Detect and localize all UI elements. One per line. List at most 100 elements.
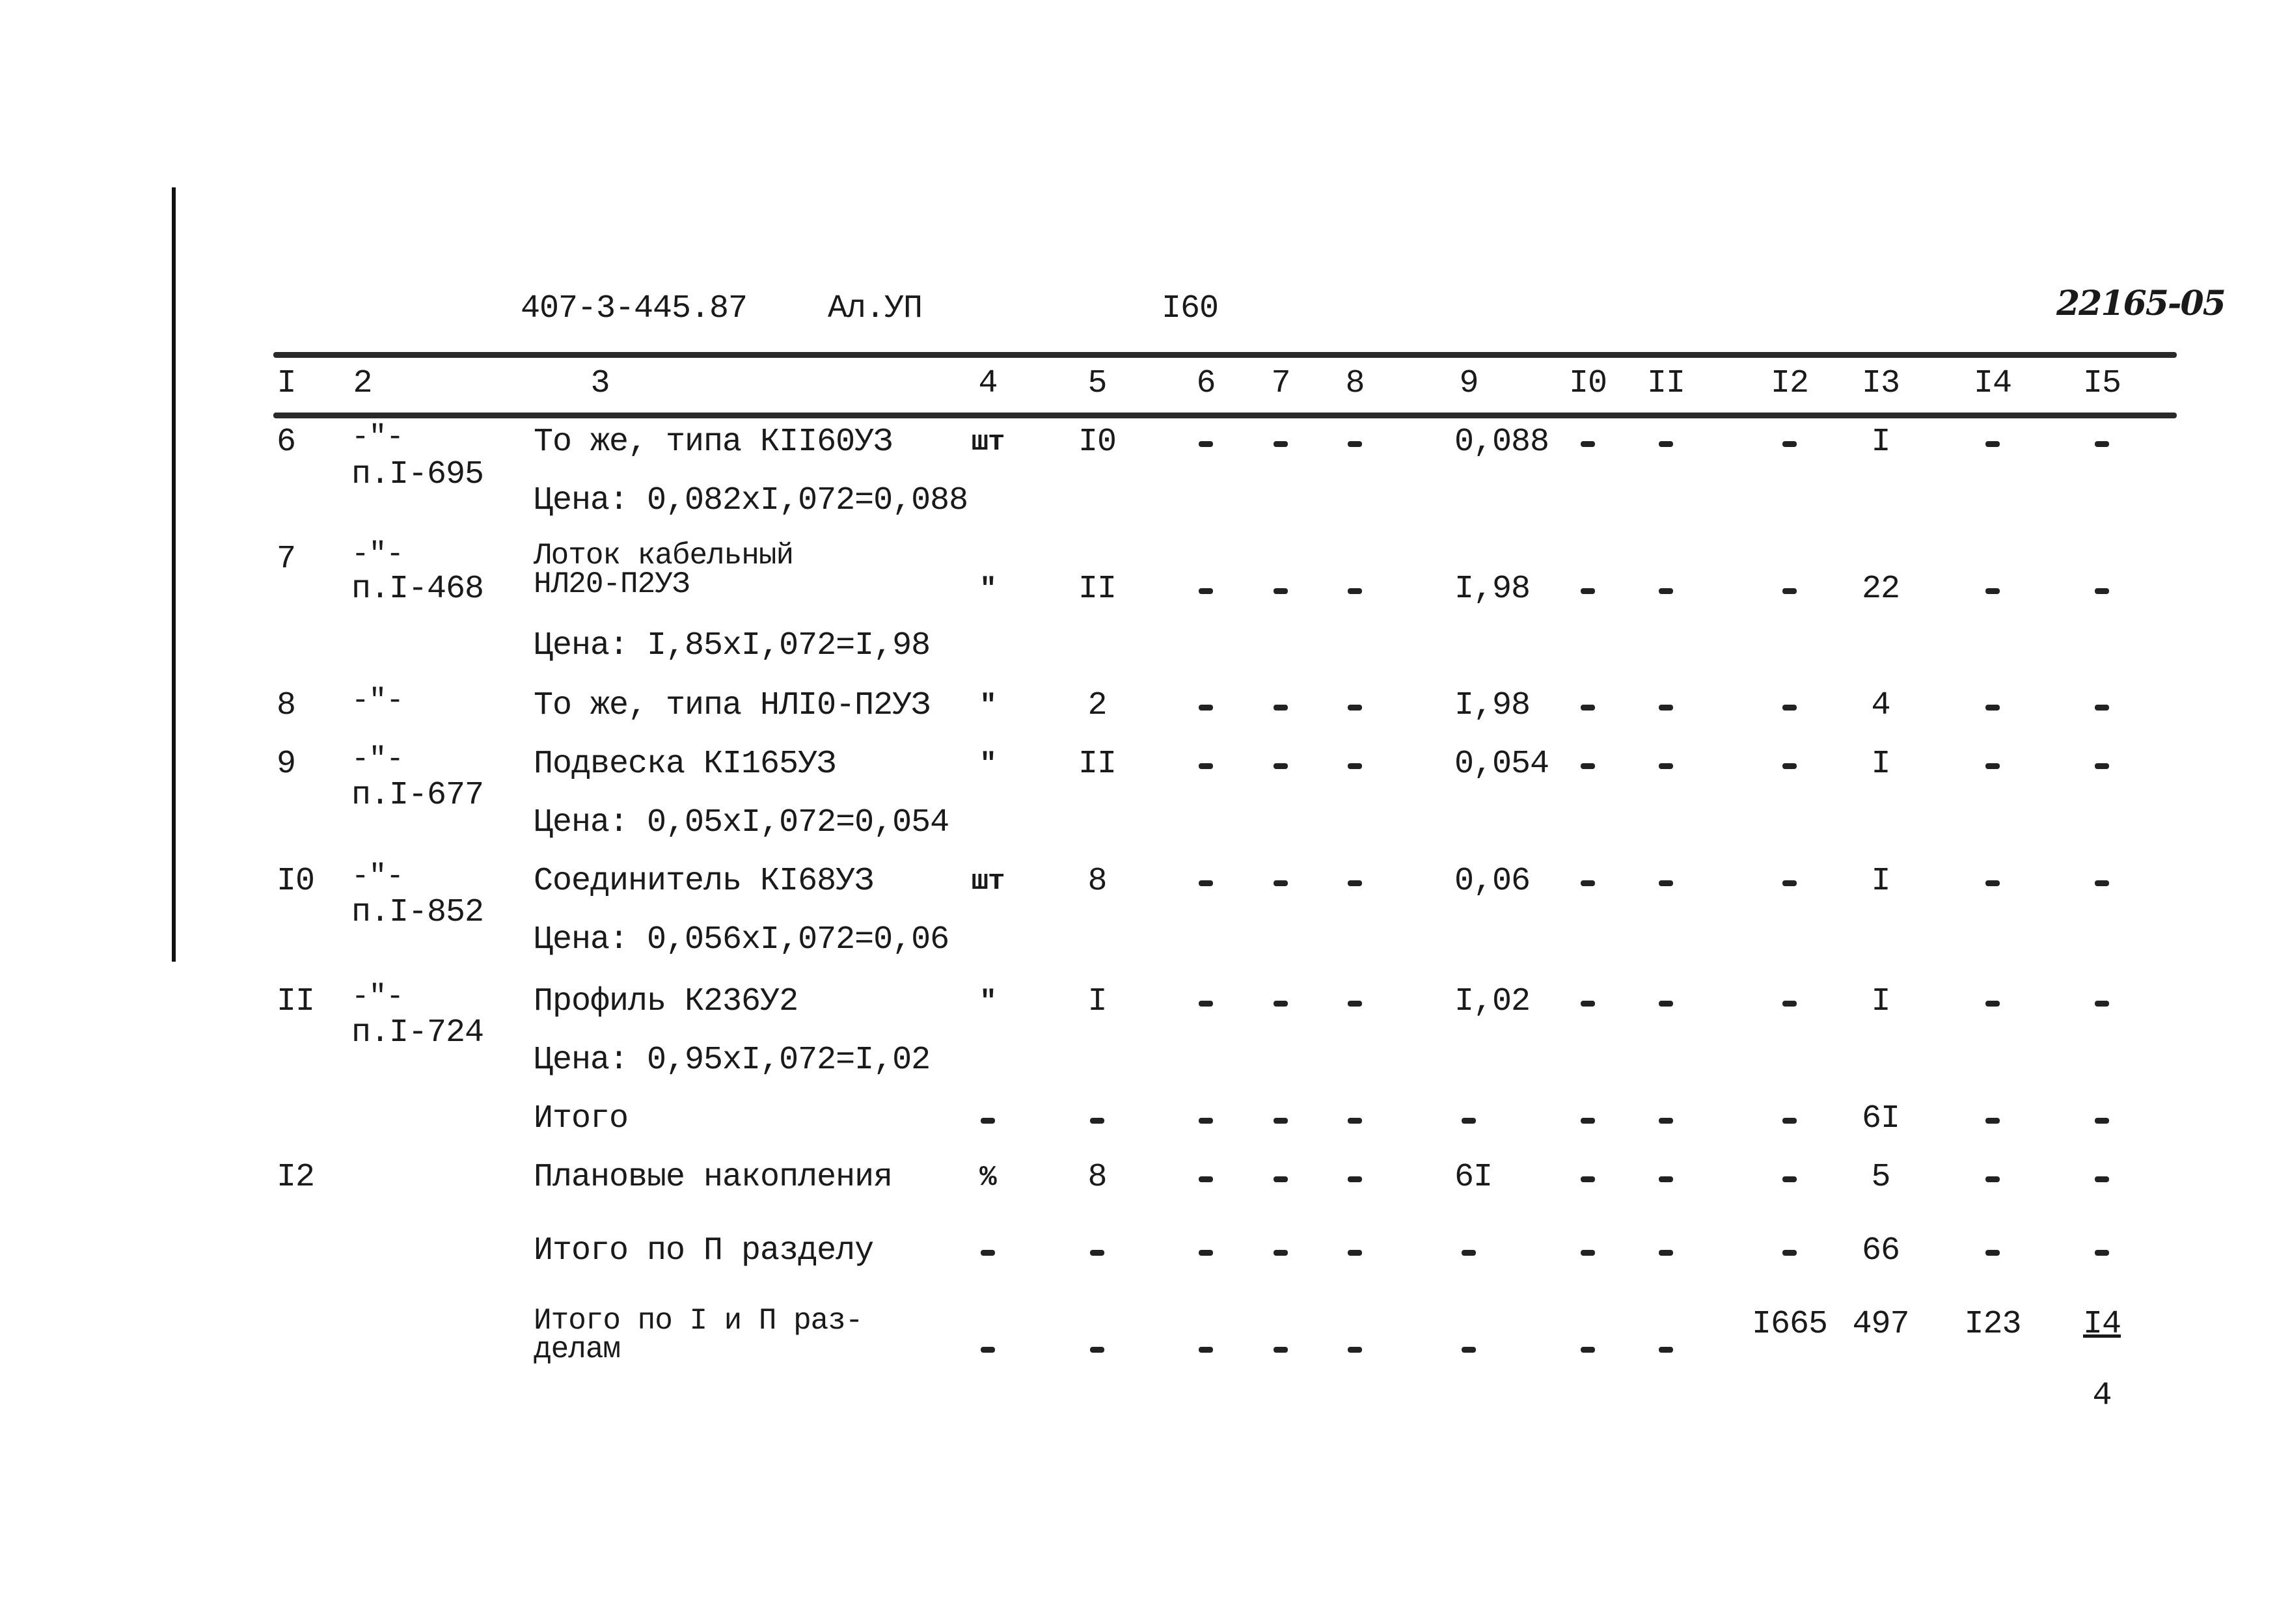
- total-section-2-label: Итого по П разделу: [534, 1232, 874, 1269]
- col12-cell-dash: [1782, 588, 1797, 594]
- grand-total-label: Итого по I и П раз-: [534, 1304, 863, 1338]
- column-number: 5: [1087, 365, 1107, 402]
- column-number: I2: [1770, 365, 1809, 402]
- reference-ditto: -"-: [351, 859, 404, 893]
- col7-cell-dash: [1274, 1118, 1288, 1124]
- quantity-cell: 8: [1087, 863, 1107, 900]
- item-name: То же, типа НЛI0-П2УЗ: [534, 687, 931, 724]
- column-number: 9: [1459, 365, 1479, 402]
- c9-cell-dash: [1462, 1347, 1476, 1353]
- col15-cell-dash: [2095, 705, 2109, 710]
- c6-cell-dash: [1199, 1347, 1213, 1353]
- quantity-cell-dash: [1090, 1118, 1104, 1124]
- col8-cell-dash: [1348, 588, 1362, 594]
- item-number: I2: [277, 1159, 315, 1196]
- unit-cell: шт: [971, 426, 1005, 459]
- price-cell: 0,06: [1454, 863, 1531, 900]
- column-number: 3: [590, 365, 610, 402]
- col10-cell-dash: [1581, 1176, 1595, 1182]
- col7-cell-dash: [1274, 1250, 1288, 1256]
- col8-cell-dash: [1348, 1176, 1362, 1182]
- col7-cell-dash: [1274, 880, 1288, 886]
- col13-cell: I: [1871, 863, 1890, 900]
- col13-cell: 5: [1871, 1159, 1890, 1196]
- col12-cell: I665: [1751, 1306, 1828, 1343]
- col12-cell-dash: [1782, 1001, 1797, 1007]
- col8-cell-dash: [1348, 705, 1362, 710]
- col15-cell-dash: [2095, 1118, 2109, 1124]
- price-note: Цена: 0,95хI,072=I,02: [534, 1042, 931, 1079]
- price-cell: I,98: [1454, 571, 1531, 608]
- item-number: 7: [277, 541, 296, 578]
- binding-margin-line: [172, 187, 176, 962]
- col11-cell-dash: [1659, 588, 1673, 594]
- col6-cell-dash: [1199, 705, 1213, 710]
- document-code: 407-3-445.87: [521, 290, 748, 327]
- col6-cell-dash: [1199, 880, 1213, 886]
- price-cell: I,98: [1454, 687, 1531, 724]
- col14-cell-dash: [1985, 1118, 2000, 1124]
- quantity-cell-dash: [1090, 1250, 1104, 1256]
- page-number: I60: [1162, 290, 1219, 327]
- column-number: 8: [1345, 365, 1365, 402]
- unit-cell: ": [979, 748, 996, 781]
- item-number: II: [277, 983, 315, 1020]
- col6-cell-dash: [1199, 588, 1213, 594]
- col6-cell-dash: [1199, 1250, 1213, 1256]
- col10-cell-dash: [1581, 880, 1595, 886]
- col8-cell-dash: [1348, 763, 1362, 769]
- reference-clause: п.I-724: [351, 1014, 484, 1051]
- col10-cell-dash: [1581, 1250, 1595, 1256]
- item-name: Соединитель КI68УЗ: [534, 863, 874, 900]
- c7-cell-dash: [1274, 1347, 1288, 1353]
- col11-cell-dash: [1659, 441, 1673, 447]
- col13-cell: I: [1871, 746, 1890, 783]
- unit-cell-dash: [981, 1347, 995, 1353]
- reference-clause: п.I-677: [351, 777, 484, 814]
- col10-cell-dash: [1581, 1001, 1595, 1007]
- col7-cell-dash: [1274, 588, 1288, 594]
- item-number: 9: [277, 746, 296, 783]
- col15-cell-dash: [2095, 763, 2109, 769]
- price-cell: 6I: [1454, 1159, 1493, 1196]
- col6-cell-dash: [1199, 1176, 1213, 1182]
- qty-cell-dash: [1090, 1347, 1104, 1353]
- item-number: I0: [277, 863, 315, 900]
- col12-cell-dash: [1782, 1176, 1797, 1182]
- col8-cell-dash: [1348, 880, 1362, 886]
- inventory-stamp: 22165-05: [2056, 284, 2226, 323]
- col14-cell-dash: [1985, 705, 2000, 710]
- unit-cell: шт: [971, 865, 1005, 898]
- col12-cell-dash: [1782, 705, 1797, 710]
- col14-cell-dash: [1985, 588, 2000, 594]
- col8-cell-dash: [1348, 1118, 1362, 1124]
- reference-ditto: -"-: [351, 537, 404, 571]
- price-note: Цена: 0,05хI,072=0,054: [534, 804, 949, 841]
- unit-cell-dash: [981, 1250, 995, 1256]
- reference-ditto: -"-: [351, 420, 404, 454]
- col10-cell-dash: [1581, 1118, 1595, 1124]
- planned-savings-label: Плановые накопления: [534, 1159, 893, 1196]
- col8-cell-dash: [1348, 1001, 1362, 1007]
- column-number: 4: [978, 365, 998, 402]
- col13-cell: 66: [1861, 1232, 1900, 1269]
- unit-cell: %: [979, 1161, 996, 1194]
- col11-cell-dash: [1659, 1118, 1673, 1124]
- column-number: I: [277, 365, 296, 402]
- price-cell: 0,054: [1454, 746, 1549, 783]
- col10-cell-dash: [1581, 441, 1595, 447]
- col14-cell-dash: [1985, 880, 2000, 886]
- col12-cell-dash: [1782, 880, 1797, 886]
- quantity-cell: 8: [1087, 1159, 1107, 1196]
- col15-cell-dash: [2095, 588, 2109, 594]
- col10-cell-dash: [1581, 705, 1595, 710]
- reference-ditto: -"-: [351, 742, 404, 776]
- unit-cell: ": [979, 690, 996, 722]
- col14-cell-dash: [1985, 763, 2000, 769]
- item-name: Подвеска КI165УЗ: [534, 746, 836, 783]
- table-top-rule: [273, 352, 2177, 358]
- col10-cell-dash: [1581, 588, 1595, 594]
- col14-cell-dash: [1985, 1250, 2000, 1256]
- price-cell: I,02: [1454, 983, 1531, 1020]
- quantity-cell: I: [1087, 983, 1107, 1020]
